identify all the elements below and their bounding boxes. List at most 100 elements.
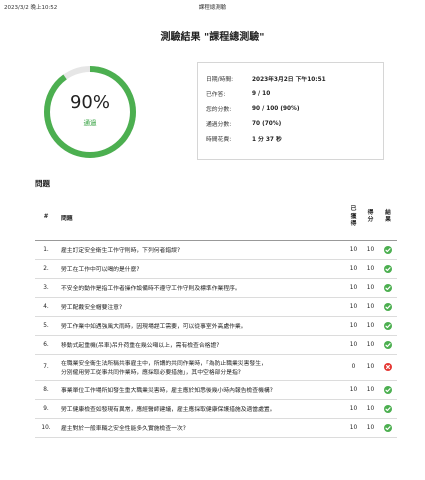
question-text: 在職業安全衛生法所稱共事雇主中，所謂的共同作業時，「為防止職業災害發生， 分別僱用…	[57, 354, 345, 381]
result-cell	[379, 399, 397, 419]
col-header-points: 得分	[362, 195, 379, 241]
earned-points: 10	[345, 380, 362, 400]
earned-points: 0	[345, 354, 362, 381]
summary-row-datetime: 日期/時間: 2023年3月2日 下午10:51	[206, 71, 383, 86]
result-cell	[379, 354, 397, 381]
question-row: 1. 雇主訂定安全衛生工作守則時，下列何者錯誤? 10 10	[35, 240, 397, 260]
earned-points: 10	[345, 335, 362, 355]
summary-value: 2023年3月2日 下午10:51	[252, 77, 326, 83]
earned-points: 10	[345, 297, 362, 317]
question-row: 9. 勞工健康檢查如發現有異常，應經醫師建議，雇主應採取健康保護措施及適當處置。 1…	[35, 399, 397, 419]
question-row: 6. 移動式起重機(吊車)吊升荷重在幾公噸以上，需有檢查合格證? 10 10	[35, 335, 397, 355]
question-number: 2.	[35, 259, 57, 279]
question-row: 3. 不安全的動作是指工作者操作設備時不遵守工作守則及標準作業程序。 10 10	[35, 278, 397, 298]
question-number: 6.	[35, 335, 57, 355]
summary-row-score: 您的分數: 90 / 100 (90%)	[206, 101, 383, 116]
print-header: 2023/3/2 晚上10:52 課程總測驗	[0, 3, 425, 13]
question-text: 雇主訂定安全衛生工作守則時，下列何者錯誤?	[57, 240, 345, 260]
max-points: 10	[362, 316, 379, 336]
question-text: 移動式起重機(吊車)吊升荷重在幾公噸以上，需有檢查合格證?	[57, 335, 345, 355]
check-icon	[384, 385, 392, 394]
result-cell	[379, 278, 397, 298]
col-header-result: 結果	[379, 195, 397, 241]
question-number: 7.	[35, 354, 57, 381]
question-text: 勞工配戴安全帽要注意?	[57, 297, 345, 317]
question-number: 9.	[35, 399, 57, 419]
question-row: 2. 勞工在工作中可以喝的是什麼? 10 10	[35, 259, 397, 279]
max-points: 10	[362, 399, 379, 419]
questions-heading: 問題	[35, 179, 50, 188]
summary-label: 日期/時間:	[206, 77, 234, 83]
max-points: 10	[362, 278, 379, 298]
summary-row-answered: 已作答: 9 / 10	[206, 86, 383, 101]
question-text: 勞工健康檢查如發現有異常，應經醫師建議，雇主應採取健康保護措施及適當處置。	[57, 399, 345, 419]
summary-row-passing-score: 通過分數: 70 (70%)	[206, 116, 383, 131]
question-number: 10.	[35, 418, 57, 438]
result-cell	[379, 259, 397, 279]
max-points: 10	[362, 335, 379, 355]
question-row: 5. 勞工作業中如遇強風大雨時，因現場趕工需要，可以從事室外高處作業。 10 10	[35, 316, 397, 336]
question-text: 雇主對於一般車輛之安全性能多久實施檢查一次?	[57, 418, 345, 438]
result-cell	[379, 297, 397, 317]
summary-value: 9 / 10	[252, 90, 271, 97]
summary-label: 時間花費:	[206, 137, 232, 143]
question-number: 4.	[35, 297, 57, 317]
score-percent: 90%	[69, 92, 110, 113]
result-cell	[379, 316, 397, 336]
questions-table: # 問題 已獲得 得分 結果 1. 雇主訂定安全衛生工作守則時，下列何者錯誤? 10…	[35, 195, 397, 438]
summary-value: 1 分 37 秒	[252, 137, 282, 143]
max-points: 10	[362, 354, 379, 381]
check-icon	[384, 321, 392, 330]
earned-points: 10	[345, 316, 362, 336]
score-ring: 90% 通過	[40, 62, 140, 162]
page-title: 測驗結果 "課程總測驗"	[160, 32, 265, 43]
result-summary-box: 日期/時間: 2023年3月2日 下午10:51 已作答: 9 / 10 您的分…	[197, 62, 384, 160]
col-header-points-text: 得分	[367, 209, 374, 224]
check-icon	[384, 245, 392, 254]
pass-status: 通過	[83, 119, 97, 127]
question-text: 勞工在工作中可以喝的是什麼?	[57, 259, 345, 279]
question-number: 5.	[35, 316, 57, 336]
col-header-earned-text: 已獲得	[350, 206, 357, 227]
summary-label: 您的分數:	[206, 107, 232, 113]
earned-points: 10	[345, 399, 362, 419]
question-row: 10. 雇主對於一般車輛之安全性能多久實施檢查一次? 10 10	[35, 418, 397, 438]
check-icon	[384, 264, 392, 273]
result-cell	[379, 240, 397, 260]
col-header-earned: 已獲得	[345, 195, 362, 241]
question-row: 8. 事業單位工作場所如發生重大職業災害時，雇主應於知悉後幾小時內報告檢查機構? 1…	[35, 380, 397, 400]
max-points: 10	[362, 259, 379, 279]
question-text: 事業單位工作場所如發生重大職業災害時，雇主應於知悉後幾小時內報告檢查機構?	[57, 380, 345, 400]
table-header-row: # 問題 已獲得 得分 結果	[35, 195, 397, 241]
summary-label: 通過分數:	[206, 122, 232, 128]
summary-row-time-spent: 時間花費: 1 分 37 秒	[206, 131, 383, 146]
max-points: 10	[362, 380, 379, 400]
earned-points: 10	[345, 418, 362, 438]
earned-points: 10	[345, 240, 362, 260]
question-text: 不安全的動作是指工作者操作設備時不遵守工作守則及標準作業程序。	[57, 278, 345, 298]
question-number: 1.	[35, 240, 57, 260]
result-cell	[379, 380, 397, 400]
max-points: 10	[362, 297, 379, 317]
question-text: 勞工作業中如遇強風大雨時，因現場趕工需要，可以從事室外高處作業。	[57, 316, 345, 336]
print-doc-title: 課程總測驗	[198, 5, 227, 11]
check-icon	[384, 423, 392, 432]
question-row: 4. 勞工配戴安全帽要注意? 10 10	[35, 297, 397, 317]
result-cell	[379, 335, 397, 355]
summary-label: 已作答:	[206, 92, 226, 98]
question-text-line: 分別僱用勞工從事共同作業時，應採取必要措施」，其中空格部分是指?	[61, 370, 241, 376]
summary-value: 70 (70%)	[252, 120, 282, 127]
check-icon	[384, 340, 392, 349]
earned-points: 10	[345, 259, 362, 279]
cross-icon	[384, 363, 392, 371]
check-icon	[384, 404, 392, 413]
col-header-number: #	[35, 195, 57, 241]
max-points: 10	[362, 418, 379, 438]
col-header-question: 問題	[57, 195, 345, 241]
question-number: 3.	[35, 278, 57, 298]
summary-value: 90 / 100 (90%)	[252, 105, 300, 112]
earned-points: 10	[345, 278, 362, 298]
col-header-result-text: 結果	[385, 209, 391, 224]
check-icon	[384, 302, 392, 311]
question-text-line: 在職業安全衛生法所稱共事雇主中，所謂的共同作業時，「為防止職業災害發生，	[61, 361, 267, 367]
